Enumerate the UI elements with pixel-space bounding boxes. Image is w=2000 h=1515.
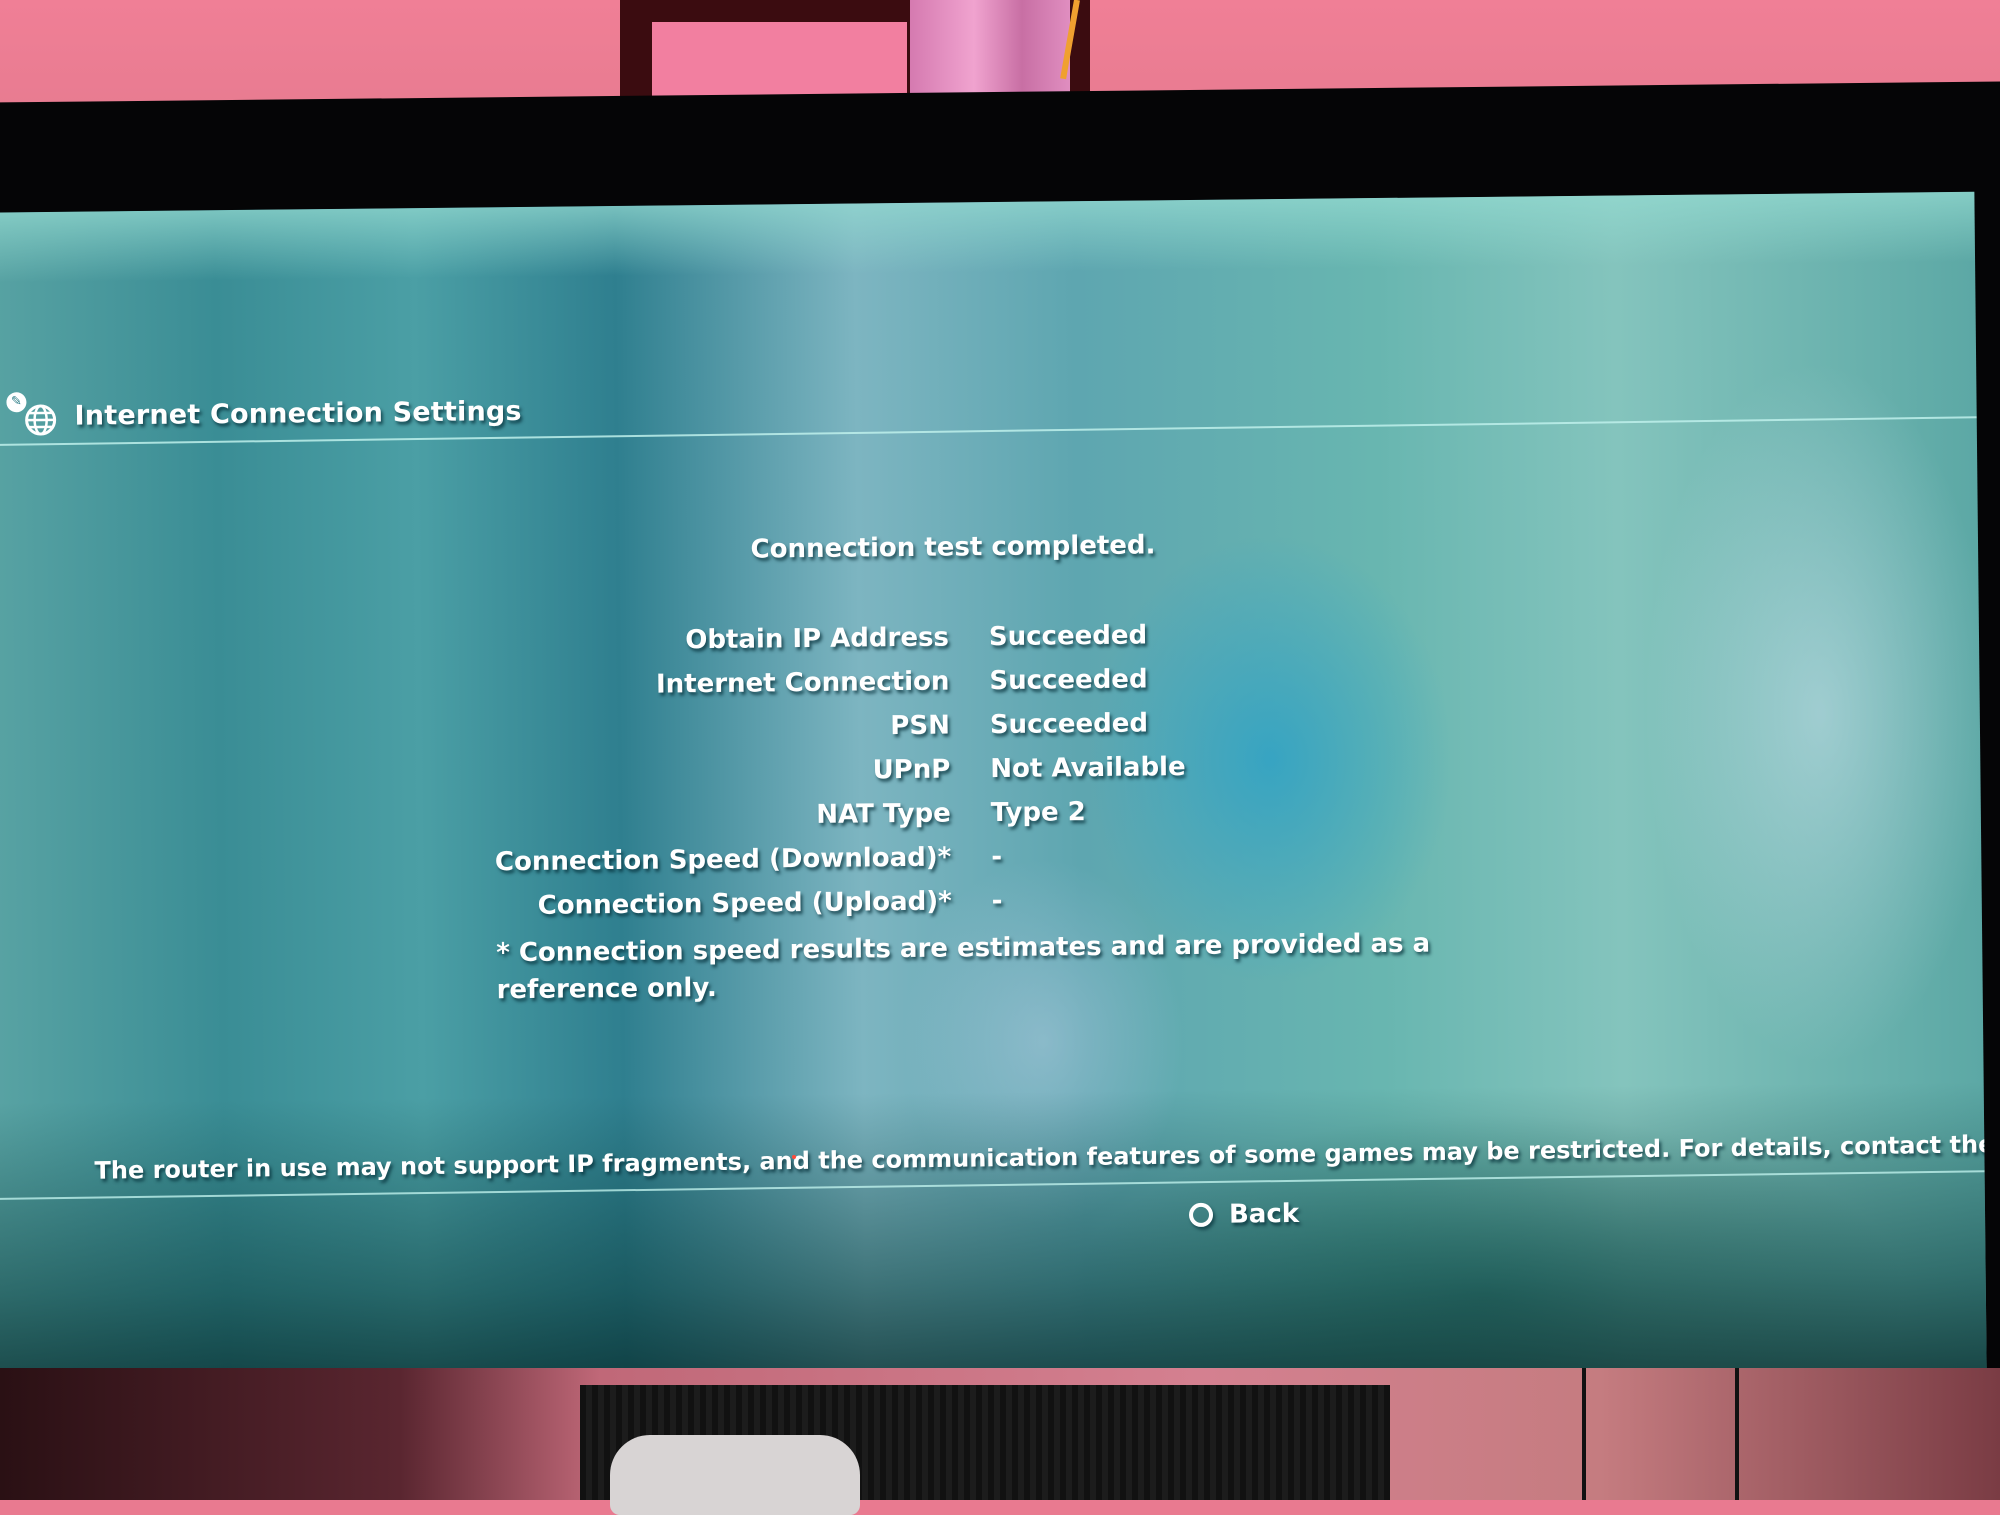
page-title: Internet Connection Settings (74, 395, 521, 431)
result-label: PSN (890, 711, 950, 742)
router-warning: The router in use may not support IP fra… (94, 1131, 1974, 1185)
result-value: - (991, 842, 1002, 872)
tv-power-led (792, 1155, 796, 1159)
back-button[interactable]: Back (1189, 1199, 1299, 1230)
result-value: Not Available (990, 752, 1186, 784)
settings-screen: ✎ Internet Connection Settings Connectio… (0, 192, 1987, 1423)
door-post (910, 0, 1070, 100)
back-label: Back (1229, 1199, 1299, 1230)
tv-bezel: ✎ Internet Connection Settings Connectio… (0, 81, 2000, 1392)
result-label: Internet Connection (656, 667, 950, 700)
result-label: Connection Speed (Download)* (495, 843, 952, 878)
wrench-icon: ✎ (6, 392, 26, 412)
result-value: Succeeded (990, 708, 1148, 740)
status-message-text: Connection test completed. (750, 530, 1155, 564)
tv-screen: ✎ Internet Connection Settings Connectio… (0, 192, 1987, 1423)
result-value: - (992, 886, 1003, 916)
result-label: Obtain IP Address (685, 623, 949, 656)
door-panel (652, 22, 907, 100)
cable (1735, 1368, 1739, 1500)
speed-footnote: * Connection speed results are estimates… (496, 925, 1457, 1009)
page-header: ✎ Internet Connection Settings (6, 387, 522, 440)
cable (1582, 1368, 1586, 1500)
game-controller (610, 1435, 860, 1515)
result-value: Succeeded (989, 664, 1147, 696)
result-value: Type 2 (991, 797, 1086, 828)
circle-button-icon (1189, 1203, 1213, 1227)
globe-icon (24, 404, 56, 436)
header-icons: ✎ (6, 392, 62, 441)
result-label: NAT Type (816, 799, 951, 830)
status-message: Connection test completed. (0, 522, 1978, 573)
result-label: Connection Speed (Upload)* (538, 887, 952, 921)
result-label: UPnP (872, 755, 950, 786)
result-value: Succeeded (989, 620, 1147, 652)
test-results: Obtain IP Address Succeeded Internet Con… (0, 612, 1979, 633)
